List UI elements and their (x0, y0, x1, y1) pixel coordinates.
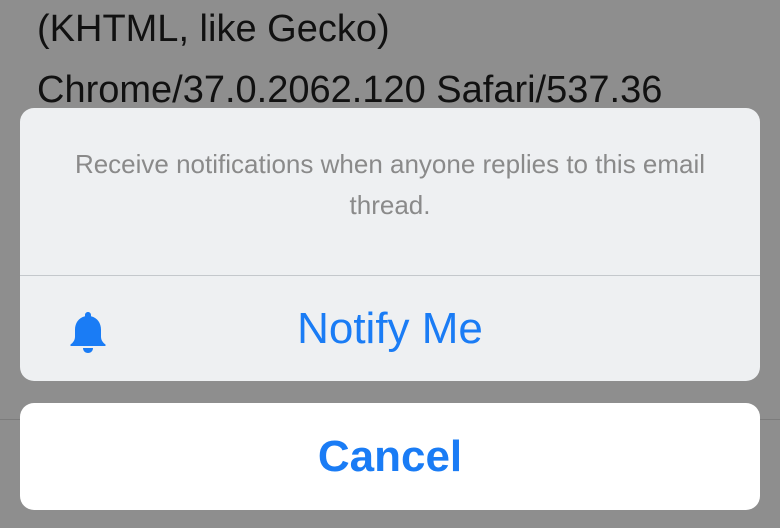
notify-me-button[interactable]: Notify Me (20, 276, 760, 381)
action-sheet: Receive notifications when anyone replie… (20, 108, 760, 381)
cancel-button[interactable]: Cancel (20, 403, 760, 510)
user-agent-line-1: (KHTML, like Gecko) (37, 8, 390, 50)
notify-me-label: Notify Me (297, 304, 483, 353)
action-sheet-message: Receive notifications when anyone replie… (74, 149, 706, 220)
bell-icon (65, 309, 111, 355)
